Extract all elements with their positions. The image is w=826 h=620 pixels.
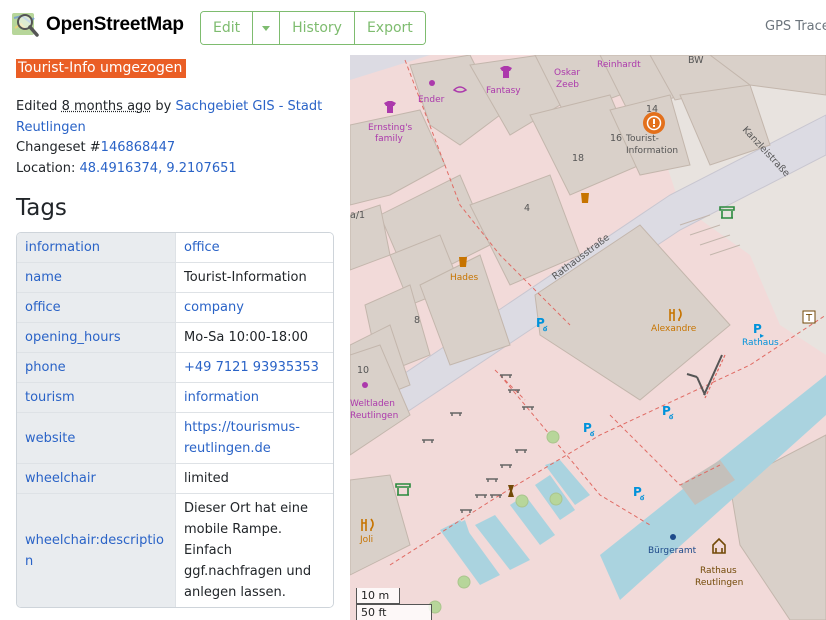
label-house-8: 8 [414,315,420,326]
brand-name: OpenStreetMap [46,14,184,35]
tag-row: name Tourist-Information [17,263,333,293]
tag-value: Mo-Sa 10:00-18:00 [176,323,333,353]
tag-key[interactable]: office [17,293,176,323]
label-fantasy: Fantasy [486,86,521,96]
label-house-14: 14 [646,104,658,115]
tag-row: wheelchair:description Dieser Ort hat ein… [17,494,333,607]
label-buergeramt: Bürgeramt [648,546,697,556]
map-scale: 10 m 50 ft [356,588,432,620]
label-reinhardt: Reinhardt [597,60,641,70]
map-view[interactable]: T Pఠ P ▸ Pఠ Pఠ Pఠ BW Reinhardt Oskar Zeeb… [350,55,826,620]
tag-key[interactable]: tourism [17,383,176,413]
tag-row: wheelchair limited [17,464,333,494]
changeset-link[interactable]: 146868447 [101,140,175,155]
primary-nav: Edit History Export [200,11,426,45]
tag-value[interactable]: company [176,293,333,323]
tag-row: opening_hours Mo-Sa 10:00-18:00 [17,323,333,353]
tag-row: phone +49 7121 93935353 [17,353,333,383]
label-house-18: 18 [572,153,584,164]
label-hades: Hades [450,273,479,283]
office-dot-icon[interactable] [670,534,676,540]
tag-value: Tourist-Information [176,263,333,293]
osm-logo-icon [12,13,39,37]
edit-dropdown-button[interactable] [253,12,281,44]
tag-key[interactable]: information [17,233,176,263]
tag-row: website https://tourismus-reutlingen.de [17,413,333,464]
tag-value[interactable]: information [176,383,333,413]
tag-value[interactable]: +49 7121 93935353 [176,353,333,383]
changeset-label: Changeset # [16,140,101,155]
location-link[interactable]: 48.4916374, 9.2107651 [80,161,237,176]
home-link[interactable]: OpenStreetMap [10,10,184,40]
tags-heading: Tags [16,195,67,221]
label-rathaus-parking: Rathaus [742,338,779,348]
location-label: Location: [16,161,80,176]
tag-key[interactable]: wheelchair [17,464,176,494]
changeset-info: Changeset #146868447 [16,137,336,158]
label-reutlingen-townhall: Reutlingen [695,578,743,588]
tags-table: information office name Tourist-Information… [16,232,334,608]
tag-row: office company [17,293,333,323]
site-header: OpenStreetMap Edit History Export GPS Tr… [0,0,826,55]
history-button[interactable]: History [280,12,355,44]
tag-value[interactable]: https://tourismus-reutlingen.de [176,413,333,464]
tag-key[interactable]: wheelchair:description [17,494,176,607]
cafe-icon[interactable] [581,193,589,203]
label-oskar: Oskar [554,68,580,78]
label-ender: Ender [418,95,445,105]
label-tourist-1: Tourist- [625,134,659,144]
export-button[interactable]: Export [354,12,425,44]
caret-down-icon [262,25,271,31]
edited-time: 8 months ago [61,99,152,114]
label-reutlingen-left: Reutlingen [350,411,398,421]
feature-title: Tourist-Info umgezogen [16,59,187,78]
sidebar: Tourist-Info umgezogen Edited 8 months a… [0,55,350,620]
edited-info: Edited 8 months ago by Sachgebiet GIS - … [16,96,336,138]
tag-value: limited [176,464,333,494]
label-tourist-2: Information [626,146,678,156]
tag-row: tourism information [17,383,333,413]
label-house-10: 10 [357,365,369,376]
scale-metric: 10 m [356,588,400,604]
label-joli: Joli [359,535,373,545]
svg-text:T: T [805,313,813,324]
label-alexandre: Alexandre [651,324,697,334]
label-house-4: 4 [524,203,530,214]
label-family: family [375,134,403,144]
label-ernstings: Ernsting's [368,123,413,133]
bar-icon[interactable] [459,257,467,267]
tag-key[interactable]: phone [17,353,176,383]
label-rathaus: Rathaus [700,566,737,576]
label-house-partial: a/1 [350,210,365,221]
tag-key[interactable]: opening_hours [17,323,176,353]
label-bw: BW [688,55,704,66]
tag-key[interactable]: website [17,413,176,464]
edited-by-text: by [151,99,176,114]
label-house-16: 16 [610,133,622,144]
tag-value[interactable]: office [176,233,333,263]
map-canvas[interactable]: T Pఠ P▸ Pఠ Pఠ Pఠ BW Reinhardt Oskar Zeeb… [350,55,826,620]
shop-dot-icon-2[interactable] [362,382,368,388]
label-zeeb: Zeeb [556,80,579,90]
edited-prefix: Edited [16,99,62,114]
label-weltladen: Weltladen [350,399,395,409]
location-info: Location: 48.4916374, 9.2107651 [16,158,336,179]
shop-dot-icon[interactable] [429,80,435,86]
tag-value: Dieser Ort hat eine mobile Rampe. Einfac… [176,494,333,607]
edit-button[interactable]: Edit [201,12,254,44]
gps-traces-link[interactable]: GPS Traces [765,19,826,34]
scale-imperial: 50 ft [356,604,432,620]
tag-key[interactable]: name [17,263,176,293]
tag-row: information office [17,233,333,263]
